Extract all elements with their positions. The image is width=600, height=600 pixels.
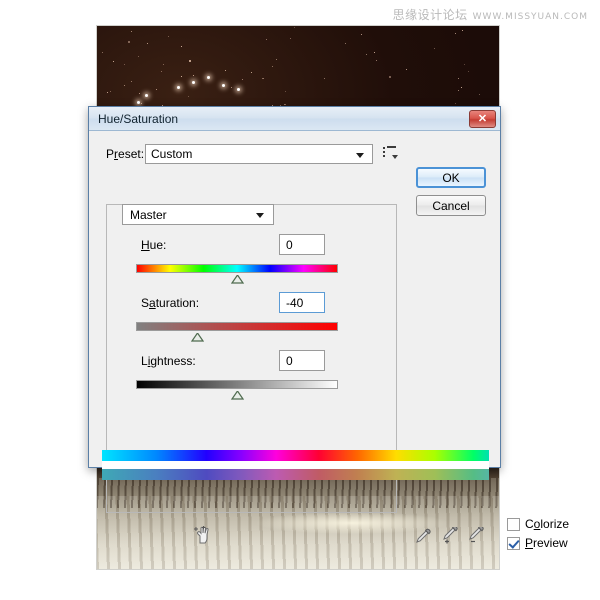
hue-slider-thumb[interactable]	[231, 275, 244, 284]
colorize-label-post: lorize	[540, 517, 570, 531]
channel-selected-value: Master	[130, 207, 167, 222]
lightness-label: Lightness:	[141, 354, 196, 368]
watermark: 思缘设计论坛 WWW.MISSYUAN.COM	[393, 6, 588, 23]
preview-label-post: review	[533, 536, 568, 550]
preset-dropdown[interactable]: Custom	[145, 144, 373, 164]
watermark-url: WWW.MISSYUAN.COM	[472, 12, 588, 22]
preset-label: Preset:	[89, 147, 145, 161]
eyedropper-plus-icon[interactable]	[441, 525, 458, 544]
hue-value-input[interactable]: 0	[279, 234, 325, 255]
close-icon[interactable]: ✕	[469, 109, 496, 128]
colorize-label-pre: C	[525, 517, 534, 531]
dialog-title: Hue/Saturation	[98, 111, 179, 126]
preview-label: Preview	[525, 536, 568, 550]
lightness-label-pre: L	[141, 354, 148, 368]
saturation-slider-thumb[interactable]	[190, 333, 204, 342]
hue-label-mnemonic: H	[141, 238, 150, 252]
preview-label-mnemonic: P	[525, 536, 534, 550]
colorize-checkbox-row[interactable]: Colorize	[507, 517, 569, 531]
cancel-button[interactable]: Cancel	[416, 195, 486, 216]
hue-label-post: ue:	[149, 238, 167, 252]
saturation-label: Saturation:	[141, 296, 199, 310]
preset-label-post: eset:	[118, 147, 145, 161]
lightness-value-input[interactable]: 0	[279, 350, 325, 371]
lightness-slider-thumb[interactable]	[231, 391, 244, 400]
hue-slider-track[interactable]	[136, 264, 338, 273]
colorize-label: Colorize	[525, 517, 569, 531]
preset-options-icon[interactable]	[383, 146, 399, 162]
saturation-label-pre: S	[141, 296, 150, 310]
lightness-slider-track[interactable]	[136, 380, 338, 389]
eyedropper-icon[interactable]	[415, 527, 432, 544]
ok-button[interactable]: OK	[416, 167, 486, 188]
spectrum-bar-adjusted	[102, 469, 489, 480]
preview-checkbox-row[interactable]: Preview	[507, 536, 568, 550]
dialog-body: Preset: Custom OK Cancel Master Hue: 0 S…	[89, 131, 569, 550]
watermark-site-name: 思缘设计论坛	[392, 8, 468, 22]
on-image-adjustment-hand-icon[interactable]	[193, 525, 213, 545]
hue-saturation-dialog: Hue/Saturation ✕ Preset: Custom OK Cance…	[88, 106, 569, 550]
hue-label: Hue:	[141, 238, 166, 252]
saturation-slider-track[interactable]	[136, 322, 338, 331]
preset-selected-value: Custom	[151, 147, 193, 161]
preset-label-pre: P	[106, 147, 115, 161]
saturation-value-input[interactable]: -40	[279, 292, 325, 313]
saturation-label-mnemonic: a	[149, 296, 156, 310]
chevron-down-icon	[356, 153, 364, 158]
preset-row: Preset: Custom	[89, 143, 500, 165]
spectrum-preview	[102, 450, 489, 480]
colorize-checkbox[interactable]	[507, 517, 520, 531]
lightness-label-post: ghtness:	[150, 354, 196, 368]
eyedropper-minus-icon[interactable]	[467, 525, 484, 544]
dialog-titlebar[interactable]: Hue/Saturation ✕	[89, 107, 500, 131]
spectrum-bar-original	[102, 450, 489, 461]
preview-checkbox[interactable]	[507, 536, 520, 550]
channel-dropdown[interactable]: Master	[122, 204, 274, 225]
chevron-down-icon	[256, 213, 264, 218]
spectrum-gap	[102, 461, 489, 469]
saturation-label-post: turation:	[155, 296, 200, 310]
